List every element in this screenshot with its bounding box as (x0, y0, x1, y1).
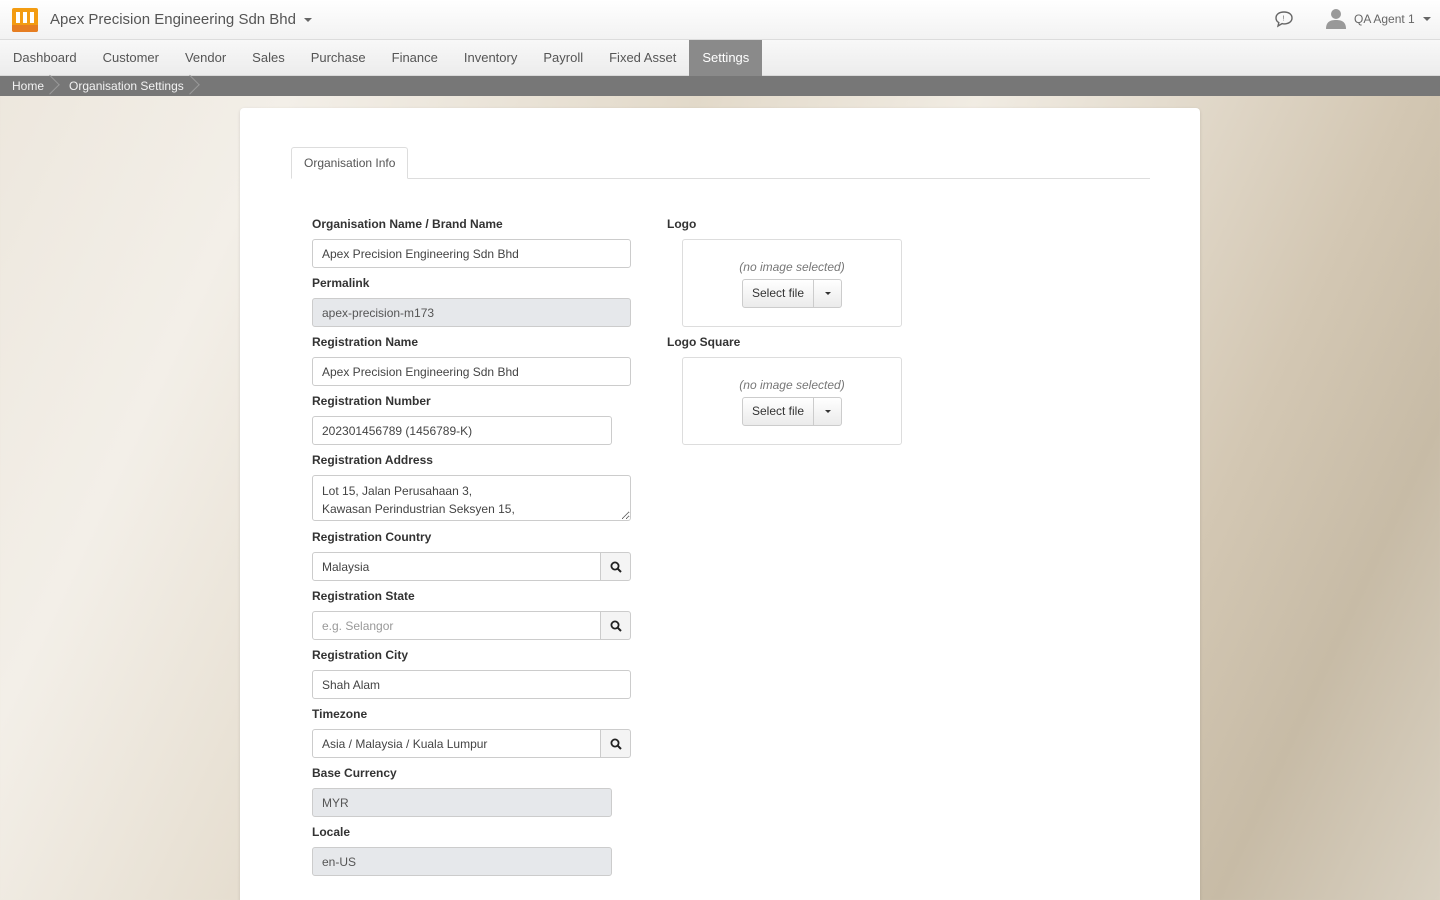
nav-item-purchase[interactable]: Purchase (298, 40, 379, 76)
chat-icon[interactable]: ! (1274, 10, 1294, 28)
permalink-label: Permalink (312, 276, 370, 290)
registration-country-label: Registration Country (312, 530, 432, 544)
logo-upload-box: (no image selected) Select file (682, 239, 902, 327)
logo-square-no-image-text: (no image selected) (739, 378, 845, 392)
locale-label: Locale (312, 825, 351, 839)
timezone-label: Timezone (312, 707, 368, 721)
base-currency-input (312, 788, 612, 817)
country-search-button[interactable] (600, 552, 631, 581)
registration-country-input[interactable] (312, 552, 601, 581)
chevron-down-icon (1422, 17, 1431, 21)
registration-name-input[interactable] (312, 357, 631, 386)
tab-bar: Organisation Info (291, 147, 1150, 179)
tab-organisation-info[interactable]: Organisation Info (291, 147, 409, 179)
nav-item-fixed-asset[interactable]: Fixed Asset (596, 40, 689, 76)
chevron-down-icon (824, 292, 831, 295)
svg-text:!: ! (1283, 16, 1285, 23)
top-bar: Apex Precision Engineering Sdn Bhd ! QA … (0, 0, 1440, 40)
timezone-input[interactable] (312, 729, 601, 758)
registration-state-label: Registration State (312, 589, 415, 603)
logo-select-file-group: Select file (742, 279, 843, 308)
user-avatar-icon (1326, 9, 1346, 29)
chevron-down-icon (304, 17, 312, 22)
app-logo-icon (12, 8, 38, 32)
main-nav: Dashboard Customer Vendor Sales Purchase… (0, 40, 1440, 76)
logo-square-upload-box: (no image selected) Select file (682, 357, 902, 445)
registration-address-label: Registration Address (312, 453, 433, 467)
locale-input (312, 847, 612, 876)
registration-state-input[interactable] (312, 611, 601, 640)
registration-city-input[interactable] (312, 670, 631, 699)
organisation-switcher[interactable]: Apex Precision Engineering Sdn Bhd (50, 11, 312, 28)
breadcrumb-organisation-settings[interactable]: Organisation Settings (57, 76, 197, 96)
breadcrumb: Home Organisation Settings (0, 76, 1440, 96)
registration-name-label: Registration Name (312, 335, 419, 349)
registration-number-input[interactable] (312, 416, 612, 445)
organisation-name: Apex Precision Engineering Sdn Bhd (50, 11, 296, 28)
org-name-input[interactable] (312, 239, 631, 268)
logo-square-file-options-button[interactable] (814, 398, 841, 425)
user-menu[interactable]: QA Agent 1 (1326, 6, 1431, 32)
nav-item-customer[interactable]: Customer (90, 40, 172, 76)
nav-item-dashboard[interactable]: Dashboard (0, 40, 90, 76)
nav-item-sales[interactable]: Sales (239, 40, 298, 76)
timezone-search-button[interactable] (600, 729, 631, 758)
state-search-button[interactable] (600, 611, 631, 640)
search-icon (610, 561, 622, 573)
registration-number-label: Registration Number (312, 394, 431, 408)
search-icon (610, 620, 622, 632)
nav-item-settings[interactable]: Settings (689, 40, 763, 76)
registration-address-textarea[interactable]: Lot 15, Jalan Perusahaan 3, Kawasan Peri… (312, 475, 631, 521)
breadcrumb-home[interactable]: Home (0, 76, 57, 96)
search-icon (610, 738, 622, 750)
permalink-input (312, 298, 631, 327)
logo-file-options-button[interactable] (814, 280, 841, 307)
logo-square-select-file-button[interactable]: Select file (743, 398, 815, 425)
chevron-down-icon (824, 410, 831, 413)
user-name: QA Agent 1 (1354, 12, 1415, 26)
logo-square-label: Logo Square (667, 335, 741, 349)
logo-label: Logo (667, 217, 697, 231)
nav-item-finance[interactable]: Finance (379, 40, 451, 76)
logo-square-select-file-group: Select file (742, 397, 843, 426)
logo-select-file-button[interactable]: Select file (743, 280, 815, 307)
nav-item-vendor[interactable]: Vendor (172, 40, 239, 76)
org-name-label: Organisation Name / Brand Name (312, 217, 503, 231)
logo-no-image-text: (no image selected) (739, 260, 845, 274)
registration-city-label: Registration City (312, 648, 409, 662)
nav-item-payroll[interactable]: Payroll (530, 40, 596, 76)
nav-item-inventory[interactable]: Inventory (451, 40, 530, 76)
settings-panel: Organisation Info Organisation Name / Br… (240, 108, 1200, 900)
base-currency-label: Base Currency (312, 766, 397, 780)
